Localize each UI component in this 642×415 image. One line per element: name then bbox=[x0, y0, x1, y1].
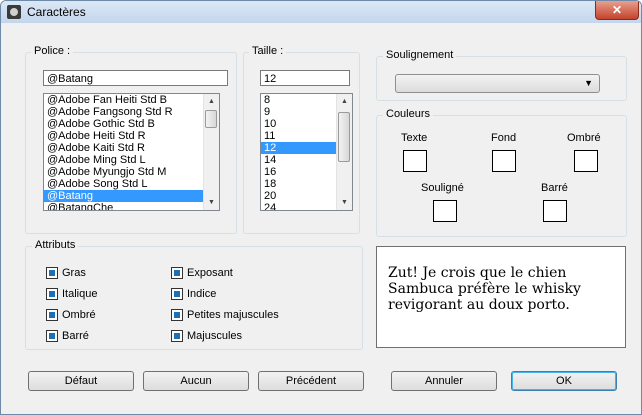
attributs-label: Attributs bbox=[32, 239, 79, 251]
souligne-color-label: Souligné bbox=[421, 182, 464, 194]
police-scrollbar[interactable]: ▲ ▼ bbox=[203, 94, 219, 210]
soulignement-dropdown[interactable]: ▼ bbox=[395, 74, 600, 93]
barre-color-label: Barré bbox=[541, 182, 568, 194]
ok-button[interactable]: OK bbox=[511, 371, 617, 391]
taille-label: Taille : bbox=[249, 45, 287, 57]
barre-label: Barré bbox=[62, 330, 89, 342]
chevron-up-icon[interactable]: ▲ bbox=[337, 94, 352, 109]
souligne-color-swatch[interactable] bbox=[433, 200, 457, 222]
police-list-item[interactable]: @Adobe Ming Std L bbox=[44, 154, 219, 166]
defaut-button[interactable]: Défaut bbox=[28, 371, 134, 391]
police-list-item[interactable]: @BatangChe bbox=[44, 202, 219, 210]
taille-group: Taille : 12 8 9 10 11 12 14 16 18 20 24 ▲ ▼ bbox=[243, 45, 360, 234]
ombre-color-label: Ombré bbox=[567, 132, 601, 144]
majuscules-checkbox-box[interactable] bbox=[171, 330, 183, 342]
indice-checkbox-box[interactable] bbox=[171, 288, 183, 300]
ombre-checkbox-box[interactable] bbox=[46, 309, 58, 321]
taille-list[interactable]: 8 9 10 11 12 14 16 18 20 24 ▲ ▼ bbox=[260, 93, 353, 211]
police-list-item[interactable]: @Adobe Song Std L bbox=[44, 178, 219, 190]
gras-label: Gras bbox=[62, 267, 86, 279]
exposant-checkbox-box[interactable] bbox=[171, 267, 183, 279]
police-list[interactable]: @Adobe Fan Heiti Std B @Adobe Fangsong St… bbox=[43, 93, 220, 211]
police-list-item[interactable]: @Adobe Myungjo Std M bbox=[44, 166, 219, 178]
police-input[interactable]: @Batang bbox=[43, 70, 228, 86]
chevron-down-icon: ▼ bbox=[584, 78, 593, 88]
petites-majuscules-label: Petites majuscules bbox=[187, 309, 279, 321]
police-list-item[interactable]: @Adobe Fan Heiti Std B bbox=[44, 94, 219, 106]
majuscules-label: Majuscules bbox=[187, 330, 243, 342]
annuler-button[interactable]: Annuler bbox=[391, 371, 497, 391]
texte-color-swatch[interactable] bbox=[403, 150, 427, 172]
chevron-up-icon[interactable]: ▲ bbox=[204, 94, 219, 109]
barre-color-swatch[interactable] bbox=[543, 200, 567, 222]
taille-input[interactable]: 12 bbox=[260, 70, 350, 86]
preview-line-3: revigorant au doux porto. bbox=[388, 297, 570, 313]
police-list-item[interactable]: @Batang bbox=[44, 190, 219, 202]
dialog-content: Police : @Batang @Adobe Fan Heiti Std B @… bbox=[9, 23, 633, 408]
police-label: Police : bbox=[31, 45, 74, 57]
police-group: Police : @Batang @Adobe Fan Heiti Std B @… bbox=[25, 45, 237, 234]
fond-color-swatch[interactable] bbox=[492, 150, 516, 172]
taille-scroll-thumb[interactable] bbox=[338, 112, 350, 162]
police-scroll-thumb[interactable] bbox=[205, 110, 217, 128]
precedent-button[interactable]: Précédent bbox=[258, 371, 364, 391]
texte-color-label: Texte bbox=[401, 132, 428, 144]
chevron-down-icon[interactable]: ▼ bbox=[337, 195, 352, 210]
preview-line-1: Zut! Je crois que le chien bbox=[388, 265, 567, 281]
indice-label: Indice bbox=[187, 288, 217, 300]
ombre-color-swatch[interactable] bbox=[574, 150, 598, 172]
title-bar[interactable]: Caractères ✕ bbox=[1, 1, 641, 23]
couleurs-group: Couleurs Texte Fond Ombré Souligné Barré bbox=[376, 108, 627, 237]
soulignement-group: Soulignement ▼ bbox=[376, 49, 627, 101]
soulignement-label: Soulignement bbox=[383, 49, 457, 61]
taille-scrollbar[interactable]: ▲ ▼ bbox=[336, 94, 352, 210]
window-title: Caractères bbox=[27, 5, 86, 19]
italique-checkbox-box[interactable] bbox=[46, 288, 58, 300]
preview-line-2: Sambuca préfère le whisky bbox=[388, 281, 581, 297]
couleurs-label: Couleurs bbox=[383, 108, 434, 120]
police-list-item[interactable]: @Adobe Fangsong Std R bbox=[44, 106, 219, 118]
police-list-item[interactable]: @Adobe Gothic Std B bbox=[44, 118, 219, 130]
exposant-label: Exposant bbox=[187, 267, 233, 279]
police-list-item[interactable]: @Adobe Heiti Std R bbox=[44, 130, 219, 142]
aucun-button[interactable]: Aucun bbox=[143, 371, 249, 391]
font-dialog-window: Caractères ✕ Police : @Batang @Adobe Fan… bbox=[0, 0, 642, 415]
italique-label: Italique bbox=[62, 288, 98, 300]
close-button[interactable]: ✕ bbox=[595, 1, 639, 20]
attributs-group: Attributs Gras Italique Ombré Barré Expo… bbox=[25, 239, 363, 350]
gras-checkbox-box[interactable] bbox=[46, 267, 58, 279]
chevron-down-icon[interactable]: ▼ bbox=[204, 195, 219, 210]
fond-color-label: Fond bbox=[491, 132, 517, 144]
barre-checkbox-box[interactable] bbox=[46, 330, 58, 342]
police-list-item[interactable]: @Adobe Kaiti Std R bbox=[44, 142, 219, 154]
ombre-label: Ombré bbox=[62, 309, 96, 321]
preview-box: Zut! Je crois que le chien Sambuca préfè… bbox=[376, 246, 626, 348]
petites-majuscules-checkbox-box[interactable] bbox=[171, 309, 183, 321]
gear-icon bbox=[7, 5, 21, 19]
